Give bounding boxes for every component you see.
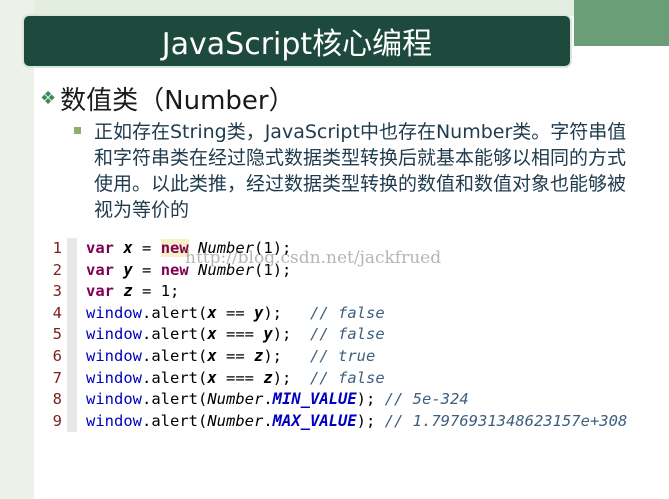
- gutter-marker: [67, 238, 77, 260]
- code-source: var z = 1;: [86, 281, 179, 303]
- gutter-marker: [67, 410, 77, 433]
- code-token: z: [254, 346, 264, 365]
- line-number: 9: [52, 411, 62, 430]
- code-token: Number: [207, 411, 264, 430]
- diamond-bullet-icon: ❖: [40, 88, 57, 109]
- gutter-marker: [67, 302, 77, 325]
- code-source: window.alert(x === y); // false: [86, 324, 385, 346]
- heading-bullet: ❖ 数值类（Number）: [40, 80, 295, 117]
- code-token: .alert(: [142, 325, 208, 344]
- code-token: );: [356, 411, 385, 430]
- line-number: 8: [52, 390, 62, 409]
- line-number: 7: [52, 368, 62, 387]
- code-line: 8 window.alert(Number.MIN_VALUE); // 5e-3…: [44, 389, 664, 411]
- slide-title: JavaScript核心编程: [161, 27, 433, 62]
- code-token: x: [207, 368, 217, 387]
- code-source: window.alert(Number.MAX_VALUE); // 1.797…: [86, 411, 627, 433]
- code-token: MIN_VALUE: [272, 390, 357, 409]
- code-token: );: [272, 368, 311, 387]
- gutter-marker: [67, 259, 77, 282]
- left-decor-band: [0, 0, 34, 499]
- gutter-marker: [67, 281, 77, 303]
- code-token: window: [86, 303, 142, 322]
- code-token: ==: [216, 346, 254, 365]
- gutter-marker: [67, 367, 77, 390]
- code-token: ;: [170, 282, 180, 301]
- code-token: .alert(: [142, 390, 208, 409]
- code-line: 7 window.alert(x === z); // false: [44, 367, 664, 390]
- line-number: 3: [52, 282, 62, 301]
- code-token: =: [132, 260, 161, 279]
- code-token: // false: [310, 368, 385, 387]
- line-number: 1: [52, 239, 62, 257]
- code-token: ===: [216, 368, 264, 387]
- code-token: window: [86, 368, 142, 387]
- code-token: window: [86, 390, 142, 409]
- code-token: window: [86, 346, 142, 365]
- code-source: window.alert(x === z); // false: [86, 368, 385, 390]
- code-token: =: [132, 282, 161, 301]
- code-line: 4 window.alert(x == y); // false: [44, 302, 664, 325]
- top-right-decor-block: [574, 0, 669, 46]
- code-source: window.alert(x == z); // true: [86, 346, 375, 368]
- line-number: 2: [52, 260, 62, 279]
- top-decor-band: [34, 0, 574, 16]
- line-number: 6: [52, 346, 62, 365]
- watermark-text: http://blog.csdn.net/jackfrued: [185, 248, 442, 268]
- code-token: // false: [310, 303, 385, 322]
- code-token: x: [207, 303, 217, 322]
- code-token: // false: [310, 325, 385, 344]
- code-source: window.alert(Number.MIN_VALUE); // 5e-32…: [86, 389, 469, 411]
- square-bullet-icon: [74, 127, 81, 134]
- code-line: 5 window.alert(x === y); // false: [44, 324, 664, 346]
- code-token: x: [207, 325, 217, 344]
- code-line: 9 window.alert(Number.MAX_VALUE); // 1.79…: [44, 410, 664, 433]
- code-source: window.alert(x == y); // false: [86, 303, 385, 325]
- code-token: =: [132, 239, 161, 257]
- code-token: Number: [207, 390, 264, 409]
- code-token: x: [123, 239, 133, 257]
- code-token: y: [263, 325, 273, 344]
- code-token: z: [263, 368, 273, 387]
- code-token: 1: [160, 282, 171, 301]
- code-token: ===: [216, 325, 264, 344]
- code-token: );: [263, 346, 311, 365]
- code-token: // true: [310, 346, 376, 365]
- code-token: x: [207, 346, 217, 365]
- code-token: z: [123, 282, 133, 301]
- code-token: );: [272, 325, 311, 344]
- gutter-marker: [67, 324, 77, 346]
- section-heading: 数值类（Number）: [60, 86, 295, 116]
- code-token: window: [86, 411, 142, 430]
- code-token: .: [263, 411, 273, 430]
- code-token: var: [86, 260, 114, 279]
- code-token: // 5e-324: [384, 390, 469, 409]
- slide-title-bar: JavaScript核心编程: [24, 16, 570, 66]
- gutter-marker: [67, 345, 77, 368]
- code-token: ==: [216, 303, 254, 322]
- code-line: 3 var z = 1;: [44, 281, 664, 303]
- code-token: .alert(: [142, 368, 208, 387]
- code-token: var: [86, 239, 114, 257]
- code-token: );: [263, 303, 311, 322]
- code-token: );: [356, 390, 385, 409]
- code-token: .: [263, 390, 273, 409]
- line-number: 5: [52, 325, 62, 344]
- code-token: .alert(: [142, 411, 208, 430]
- code-token: // 1.7976931348623157e+308: [384, 411, 628, 430]
- body-paragraph: 正如存在String类，JavaScript中也存在Number类。字符串值和字…: [94, 121, 627, 221]
- code-token: MAX_VALUE: [272, 411, 357, 430]
- code-token: y: [123, 260, 133, 279]
- code-token: var: [86, 282, 114, 301]
- code-token: y: [254, 303, 264, 322]
- gutter-marker: [67, 389, 77, 411]
- code-token: window: [86, 325, 142, 344]
- line-number: 4: [52, 303, 62, 322]
- code-token: .alert(: [142, 303, 208, 322]
- code-line: 6 window.alert(x == z); // true: [44, 345, 664, 368]
- code-token: .alert(: [142, 346, 208, 365]
